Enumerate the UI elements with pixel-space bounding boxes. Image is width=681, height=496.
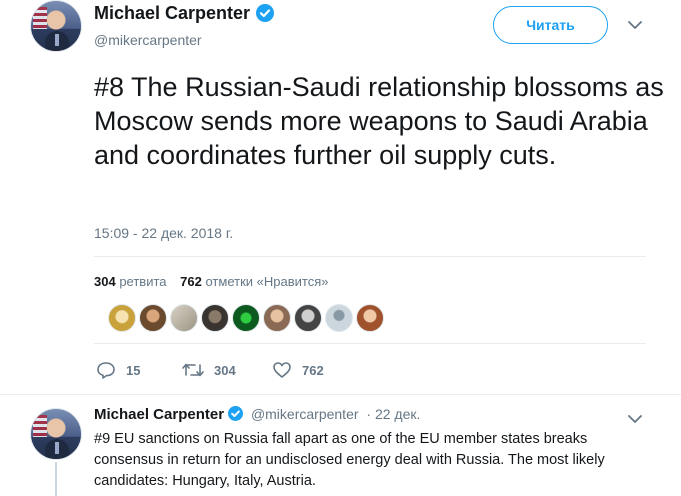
retweet-icon [182, 363, 204, 377]
chevron-down-icon[interactable] [628, 20, 642, 30]
divider [94, 256, 646, 257]
reply-button[interactable]: 15 [96, 358, 140, 382]
author-name-row[interactable]: Michael Carpenter [94, 3, 275, 24]
likes-count: 762 [180, 274, 202, 289]
reply-author-avatar[interactable] [30, 408, 82, 460]
tweet-timestamp[interactable]: 15:09 - 22 дек. 2018 г. [94, 225, 233, 241]
like-icon [273, 362, 291, 378]
reply-author-name[interactable]: Michael Carpenter [94, 406, 224, 423]
retweet-button[interactable]: 304 [182, 358, 236, 382]
tweet-text: #8 The Russian-Saudi relationship blosso… [94, 72, 664, 170]
like-button[interactable]: 762 [272, 358, 324, 382]
liker-avatar[interactable] [325, 304, 353, 332]
reply-header: Michael Carpenter @mikercarpenter · 22 д… [94, 406, 420, 423]
reply-count: 15 [126, 362, 141, 378]
retweets-count: 304 [94, 274, 116, 289]
liker-avatar[interactable] [294, 304, 322, 332]
author-handle[interactable]: @mikercarpenter [94, 32, 202, 48]
like-count: 762 [302, 362, 324, 378]
retweets-stat[interactable]: 304 ретвита [94, 274, 167, 289]
reply-date[interactable]: · 22 дек. [366, 406, 420, 422]
retweets-label: ретвита [119, 274, 167, 289]
divider [94, 343, 646, 344]
verified-badge-icon [228, 406, 244, 421]
tweet-stats: 304 ретвита 762 отметки «Нравится» [94, 274, 328, 289]
likes-label: отметки «Нравится» [205, 274, 329, 289]
thread-line [55, 462, 57, 496]
liker-avatar[interactable] [232, 304, 260, 332]
liker-avatar[interactable] [263, 304, 291, 332]
liker-avatar[interactable] [139, 304, 167, 332]
reply-author-handle[interactable]: @mikercarpenter [251, 406, 359, 422]
follow-button[interactable]: Читать [493, 6, 608, 44]
liker-avatar[interactable] [201, 304, 229, 332]
retweet-count: 304 [214, 362, 236, 378]
liker-avatar[interactable] [356, 304, 384, 332]
author-name[interactable]: Michael Carpenter [94, 3, 250, 23]
author-avatar[interactable] [30, 0, 82, 52]
likes-stat[interactable]: 762 отметки «Нравится» [180, 274, 328, 289]
liker-avatar[interactable] [108, 304, 136, 332]
reply-icon [97, 362, 115, 379]
divider [0, 394, 681, 395]
verified-badge-icon [256, 4, 275, 22]
reply-text: #9 EU sanctions on Russia fall apart as … [94, 431, 605, 489]
chevron-down-icon[interactable] [628, 414, 642, 424]
liker-avatar[interactable] [170, 304, 198, 332]
